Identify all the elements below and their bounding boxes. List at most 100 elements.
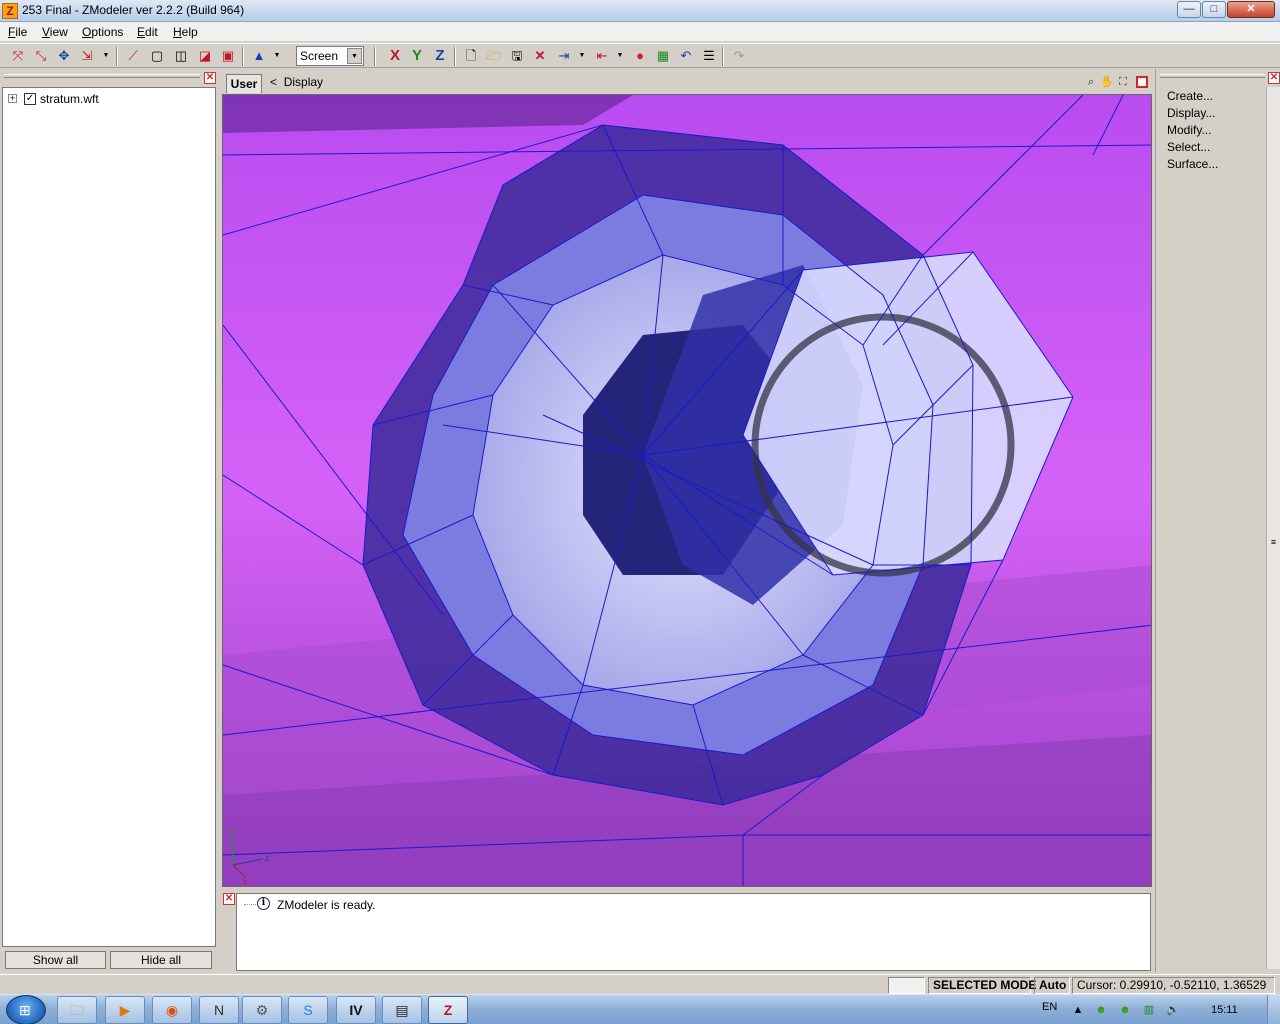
status-auto: Auto [1034,977,1070,994]
zoom-icon[interactable]: ⌕ [1084,75,1098,89]
render-icon[interactable]: ● [631,47,649,65]
title-bar: Z 253 Final - ZModeler ver 2.2.2 (Build … [0,0,1280,22]
cube-wire-icon[interactable]: ▢ [148,47,166,65]
chevron-down-icon[interactable]: ▼ [347,48,362,64]
axis-z-button[interactable]: Z [431,47,449,65]
log-message: ZModeler is ready. [277,898,376,912]
hide-all-button[interactable]: Hide all [110,951,212,969]
object-tree[interactable]: + ✓ stratum.wft [2,87,216,947]
select-vertex-icon[interactable]: ⤧ [9,47,27,65]
command-create[interactable]: Create... [1167,89,1213,103]
pan-hand-icon[interactable]: ✋ [1100,75,1114,89]
maximize-viewport-icon[interactable]: ⛶ [1116,75,1130,89]
menu-file[interactable]: File [8,25,27,39]
notes-icon[interactable]: ☰ [700,47,718,65]
snap-icon[interactable]: ⟋ [124,47,142,65]
network-icon[interactable]: ▥ [1141,1002,1157,1018]
import-icon[interactable]: ⇥ [555,47,573,65]
skype-icon[interactable]: S [288,996,328,1024]
scale-icon[interactable]: ⇲ [78,47,96,65]
menu-options[interactable]: Options [82,25,123,39]
show-hidden-icons-icon[interactable]: ▲ [1070,1002,1086,1018]
tab-user-view[interactable]: User [226,74,262,93]
close-button[interactable]: ✕ [1227,1,1275,18]
delete-icon[interactable]: ✕ [531,47,549,65]
menu-view[interactable]: View [42,25,68,39]
export-icon[interactable]: ⇤ [593,47,611,65]
tree-connector [244,904,256,905]
3d-viewport[interactable]: y z x [222,94,1152,887]
tree-item-label[interactable]: stratum.wft [40,92,99,106]
undo-icon[interactable]: ↶ [677,47,695,65]
import-dropdown-icon[interactable]: ▼ [578,47,586,65]
toolbar-separator [722,47,724,66]
display-breadcrumb[interactable]: < Display [270,75,323,89]
log-output[interactable]: i ZModeler is ready. [236,893,1151,971]
save-file-icon[interactable]: 🖫 [508,47,526,65]
new-file-icon[interactable]: 🗋 [462,47,480,65]
close-icon[interactable]: ✕ [1268,72,1280,84]
export-dropdown-icon[interactable]: ▼ [616,47,624,65]
select-point-icon[interactable]: ⤡ [32,47,50,65]
svg-text:y: y [229,826,233,835]
gta-iv-icon[interactable]: IV [336,996,376,1024]
tray-app-icon[interactable]: ☻ [1093,1002,1109,1018]
command-display[interactable]: Display... [1167,106,1215,120]
maximize-button[interactable]: □ [1202,1,1226,18]
show-desktop-button[interactable] [1267,995,1280,1024]
visibility-checkbox[interactable]: ✓ [24,93,36,105]
command-select[interactable]: Select... [1167,140,1210,154]
explorer-icon[interactable]: 🗀 [57,996,97,1024]
open-file-icon[interactable]: 🗁 [485,47,503,65]
minimize-button[interactable]: — [1177,1,1201,18]
zmodeler-icon[interactable]: Z [428,996,468,1024]
console-icon[interactable]: ▤ [382,996,422,1024]
cube-solid-icon[interactable]: ◫ [172,47,190,65]
command-modify[interactable]: Modify... [1167,123,1211,137]
windows-taskbar: ⊞ 🗀 ▶ ◉ N ⚙ S IV ▤ Z EN ▲ ☻ ☻ ▥ 🔈 15:11 [0,994,1280,1024]
panel-grip[interactable] [1160,74,1265,78]
language-indicator[interactable]: EN [1042,1001,1057,1013]
menu-help[interactable]: Help [173,25,198,39]
zmodeler-app-icon[interactable]: Z [2,3,18,19]
window-title: 253 Final - ZModeler ver 2.2.2 (Build 96… [22,3,245,17]
command-panel: ✕ Create... Display... Modify... Select.… [1155,69,1280,972]
panel-scrollbar[interactable]: ≡ [1266,87,1280,969]
cube-textured-icon[interactable]: ▣ [219,47,237,65]
texture-icon[interactable]: ▦ [654,47,672,65]
scroll-grip-icon[interactable]: ≡ [1269,537,1278,547]
svg-text:z: z [265,854,269,863]
panel-grip[interactable] [4,74,200,78]
tray-app-icon[interactable]: ☻ [1117,1002,1133,1018]
display-label: Display [283,75,324,89]
axis-x-button[interactable]: X [386,47,404,65]
firefox-icon[interactable]: ◉ [152,996,192,1024]
close-viewport-icon[interactable] [1136,76,1148,88]
media-player-icon[interactable]: ▶ [105,996,145,1024]
close-icon[interactable]: ✕ [204,72,216,84]
view-mode-select[interactable]: Screen ▼ [296,46,364,66]
light-icon[interactable]: ▲ [250,47,268,65]
redo-icon[interactable]: ↷ [730,47,748,65]
close-icon[interactable]: ✕ [223,893,235,905]
menu-bar: File View Options Edit Help [0,22,1280,42]
viewport-header: User < Display ⌕ ✋ ⛶ [222,72,1152,93]
move-icon[interactable]: ✥ [55,47,73,65]
info-icon: i [257,897,270,910]
menu-edit[interactable]: Edit [137,25,158,39]
light-dropdown-icon[interactable]: ▼ [273,47,281,65]
scale-dropdown-icon[interactable]: ▼ [102,47,110,65]
show-all-button[interactable]: Show all [5,951,106,969]
command-surface[interactable]: Surface... [1167,157,1218,171]
status-cell-empty [888,977,925,994]
clock[interactable]: 15:11 [1211,1004,1238,1016]
expand-icon[interactable]: + [8,94,17,103]
axis-y-button[interactable]: Y [408,47,426,65]
wireframe-scene: y z x [223,95,1151,886]
toolbar-separator [116,47,118,66]
start-button[interactable]: ⊞ [6,995,46,1024]
wrench-icon[interactable]: ⚙ [242,996,282,1024]
cube-shaded-icon[interactable]: ◪ [196,47,214,65]
notepad-icon[interactable]: N [199,996,239,1024]
volume-icon[interactable]: 🔈 [1165,1002,1181,1018]
